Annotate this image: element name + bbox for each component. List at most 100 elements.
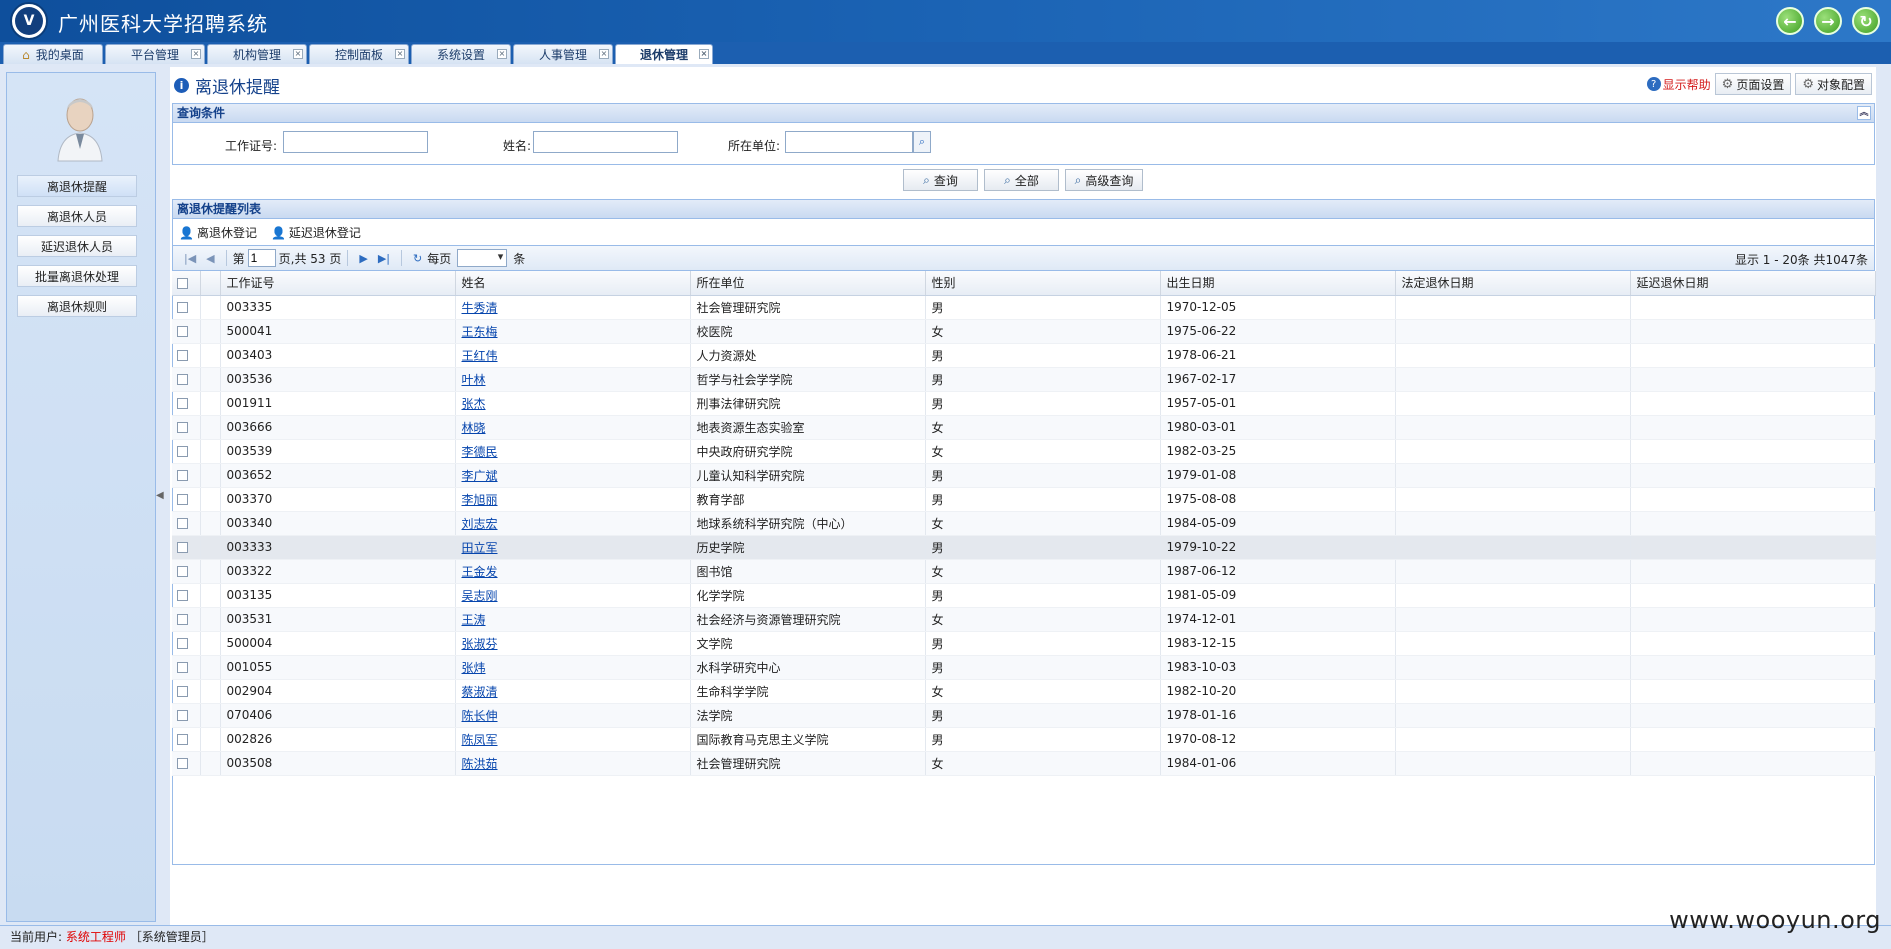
- retire-register-button[interactable]: 👤 离退休登记: [179, 224, 257, 241]
- row-checkbox[interactable]: [177, 350, 188, 361]
- delay-register-button[interactable]: 👤 延迟退休登记: [271, 224, 361, 241]
- row-checkbox[interactable]: [177, 542, 188, 553]
- sidebar-item-retired-staff[interactable]: 离退休人员: [17, 205, 137, 227]
- row-checkbox[interactable]: [177, 446, 188, 457]
- cell-name-link[interactable]: 牛秀清: [462, 301, 498, 315]
- table-row[interactable]: 002826 陈凤军 国际教育马克思主义学院 男 1970-08-12: [172, 727, 1876, 752]
- column-header[interactable]: 工作证号: [220, 271, 456, 296]
- cell-name-link[interactable]: 陈长伸: [462, 709, 498, 723]
- table-row[interactable]: 001911 张杰 刑事法律研究院 男 1957-05-01: [172, 391, 1876, 416]
- row-checkbox[interactable]: [177, 422, 188, 433]
- last-page-icon[interactable]: ▶|: [378, 252, 390, 265]
- tab-hr[interactable]: 人事管理 ×: [513, 44, 613, 64]
- table-row[interactable]: 003539 李德民 中央政府研究学院 女 1982-03-25: [172, 439, 1876, 464]
- cell-name-link[interactable]: 李广斌: [462, 469, 498, 483]
- column-header[interactable]: 延迟退休日期: [1630, 271, 1876, 296]
- tab-platform[interactable]: 平台管理 ×: [105, 44, 205, 64]
- table-row[interactable]: 500041 王东梅 校医院 女 1975-06-22: [172, 319, 1876, 344]
- table-row[interactable]: 500004 张淑芬 文学院 男 1983-12-15: [172, 631, 1876, 656]
- tab-my-desktop[interactable]: ⌂ 我的桌面: [3, 44, 103, 64]
- first-page-icon[interactable]: |◀: [184, 252, 196, 265]
- column-header[interactable]: 姓名: [455, 271, 691, 296]
- column-header[interactable]: 法定退休日期: [1395, 271, 1631, 296]
- object-config-button[interactable]: ⚙ 对象配置: [1795, 73, 1872, 95]
- table-row[interactable]: 003403 王红伟 人力资源处 男 1978-06-21: [172, 343, 1876, 368]
- row-checkbox[interactable]: [177, 518, 188, 529]
- column-header[interactable]: 性别: [925, 271, 1161, 296]
- row-checkbox[interactable]: [177, 758, 188, 769]
- advanced-search-button[interactable]: ⌕ 高级查询: [1065, 169, 1143, 191]
- table-row[interactable]: 070406 陈长伸 法学院 男 1978-01-16: [172, 703, 1876, 728]
- row-checkbox[interactable]: [177, 638, 188, 649]
- table-row[interactable]: 003335 牛秀清 社会管理研究院 男 1970-12-05: [172, 295, 1876, 320]
- table-row[interactable]: 003333 田立军 历史学院 男 1979-10-22: [172, 535, 1876, 560]
- cell-name-link[interactable]: 蔡淑清: [462, 685, 498, 699]
- cell-name-link[interactable]: 刘志宏: [462, 517, 498, 531]
- row-checkbox[interactable]: [177, 566, 188, 577]
- cell-name-link[interactable]: 李德民: [462, 445, 498, 459]
- row-checkbox[interactable]: [177, 470, 188, 481]
- tab-control-panel[interactable]: 控制面板 ×: [309, 44, 409, 64]
- all-button[interactable]: ⌕ 全部: [984, 169, 1059, 191]
- page-settings-button[interactable]: ⚙ 页面设置: [1714, 73, 1792, 95]
- collapse-icon[interactable]: ︽: [1857, 106, 1871, 120]
- sidebar-item-retire-rules[interactable]: 离退休规则: [17, 295, 137, 317]
- cell-name-link[interactable]: 张杰: [462, 397, 486, 411]
- column-header[interactable]: 出生日期: [1160, 271, 1396, 296]
- cell-name-link[interactable]: 张淑芬: [462, 637, 498, 651]
- back-icon[interactable]: ←: [1776, 7, 1804, 35]
- close-icon[interactable]: ×: [293, 49, 303, 59]
- table-row[interactable]: 003340 刘志宏 地球系统科学研究院（中心） 女 1984-05-09: [172, 511, 1876, 536]
- row-checkbox[interactable]: [177, 734, 188, 745]
- show-help-link[interactable]: ? 显示帮助: [1646, 76, 1711, 93]
- row-checkbox[interactable]: [177, 374, 188, 385]
- tab-organization[interactable]: 机构管理 ×: [207, 44, 307, 64]
- page-number-input[interactable]: [247, 249, 276, 267]
- table-row[interactable]: 003135 吴志刚 化学学院 男 1981-05-09: [172, 583, 1876, 608]
- cell-name-link[interactable]: 王涛: [462, 613, 486, 627]
- cell-name-link[interactable]: 林晓: [462, 421, 486, 435]
- cell-name-link[interactable]: 王东梅: [462, 325, 498, 339]
- table-row[interactable]: 003531 王涛 社会经济与资源管理研究院 女 1974-12-01: [172, 607, 1876, 632]
- table-row[interactable]: 003536 叶林 哲学与社会学学院 男 1967-02-17: [172, 367, 1876, 392]
- close-icon[interactable]: ×: [497, 49, 507, 59]
- row-checkbox[interactable]: [177, 302, 188, 313]
- close-icon[interactable]: ×: [599, 49, 609, 59]
- row-checkbox[interactable]: [177, 710, 188, 721]
- sidebar-item-delayed-retire[interactable]: 延迟退休人员: [17, 235, 137, 257]
- table-row[interactable]: 003370 李旭丽 教育学部 男 1975-08-08: [172, 487, 1876, 512]
- close-icon[interactable]: ×: [699, 49, 709, 59]
- tab-retirement[interactable]: 退休管理 ×: [615, 44, 713, 64]
- row-checkbox[interactable]: [177, 686, 188, 697]
- cell-name-link[interactable]: 王红伟: [462, 349, 498, 363]
- table-row[interactable]: 001055 张炜 水科学研究中心 男 1983-10-03: [172, 655, 1876, 680]
- cell-name-link[interactable]: 张炜: [462, 661, 486, 675]
- row-checkbox[interactable]: [177, 398, 188, 409]
- cell-name-link[interactable]: 吴志刚: [462, 589, 498, 603]
- cell-name-link[interactable]: 叶林: [462, 373, 486, 387]
- sidebar-item-batch-retire[interactable]: 批量离退休处理: [17, 265, 137, 287]
- table-row[interactable]: 003666 林晓 地表资源生态实验室 女 1980-03-01: [172, 415, 1876, 440]
- prev-page-icon[interactable]: ◀: [206, 252, 214, 265]
- cell-name-link[interactable]: 李旭丽: [462, 493, 498, 507]
- row-checkbox[interactable]: [177, 494, 188, 505]
- per-page-select[interactable]: [457, 249, 508, 267]
- table-row[interactable]: 003322 王金发 图书馆 女 1987-06-12: [172, 559, 1876, 584]
- close-icon[interactable]: ×: [191, 49, 201, 59]
- select-all-checkbox[interactable]: [172, 271, 201, 296]
- table-row[interactable]: 002904 蔡淑清 生命科学学院 女 1982-10-20: [172, 679, 1876, 704]
- unit-input[interactable]: [785, 131, 913, 153]
- table-row[interactable]: 003652 李广斌 儿童认知科学研究院 男 1979-01-08: [172, 463, 1876, 488]
- refresh-icon[interactable]: ↻: [1852, 7, 1880, 35]
- table-row[interactable]: 003508 陈洪茹 社会管理研究院 女 1984-01-06: [172, 751, 1876, 776]
- employee-id-input[interactable]: [283, 131, 428, 153]
- cell-name-link[interactable]: 王金发: [462, 565, 498, 579]
- unit-picker-icon[interactable]: ⌕: [913, 131, 931, 153]
- refresh-icon[interactable]: ↻: [413, 252, 422, 265]
- name-input[interactable]: [533, 131, 678, 153]
- cell-name-link[interactable]: 陈洪茹: [462, 757, 498, 771]
- cell-name-link[interactable]: 田立军: [462, 541, 498, 555]
- row-checkbox[interactable]: [177, 590, 188, 601]
- next-page-icon[interactable]: ▶: [359, 252, 367, 265]
- close-icon[interactable]: ×: [395, 49, 405, 59]
